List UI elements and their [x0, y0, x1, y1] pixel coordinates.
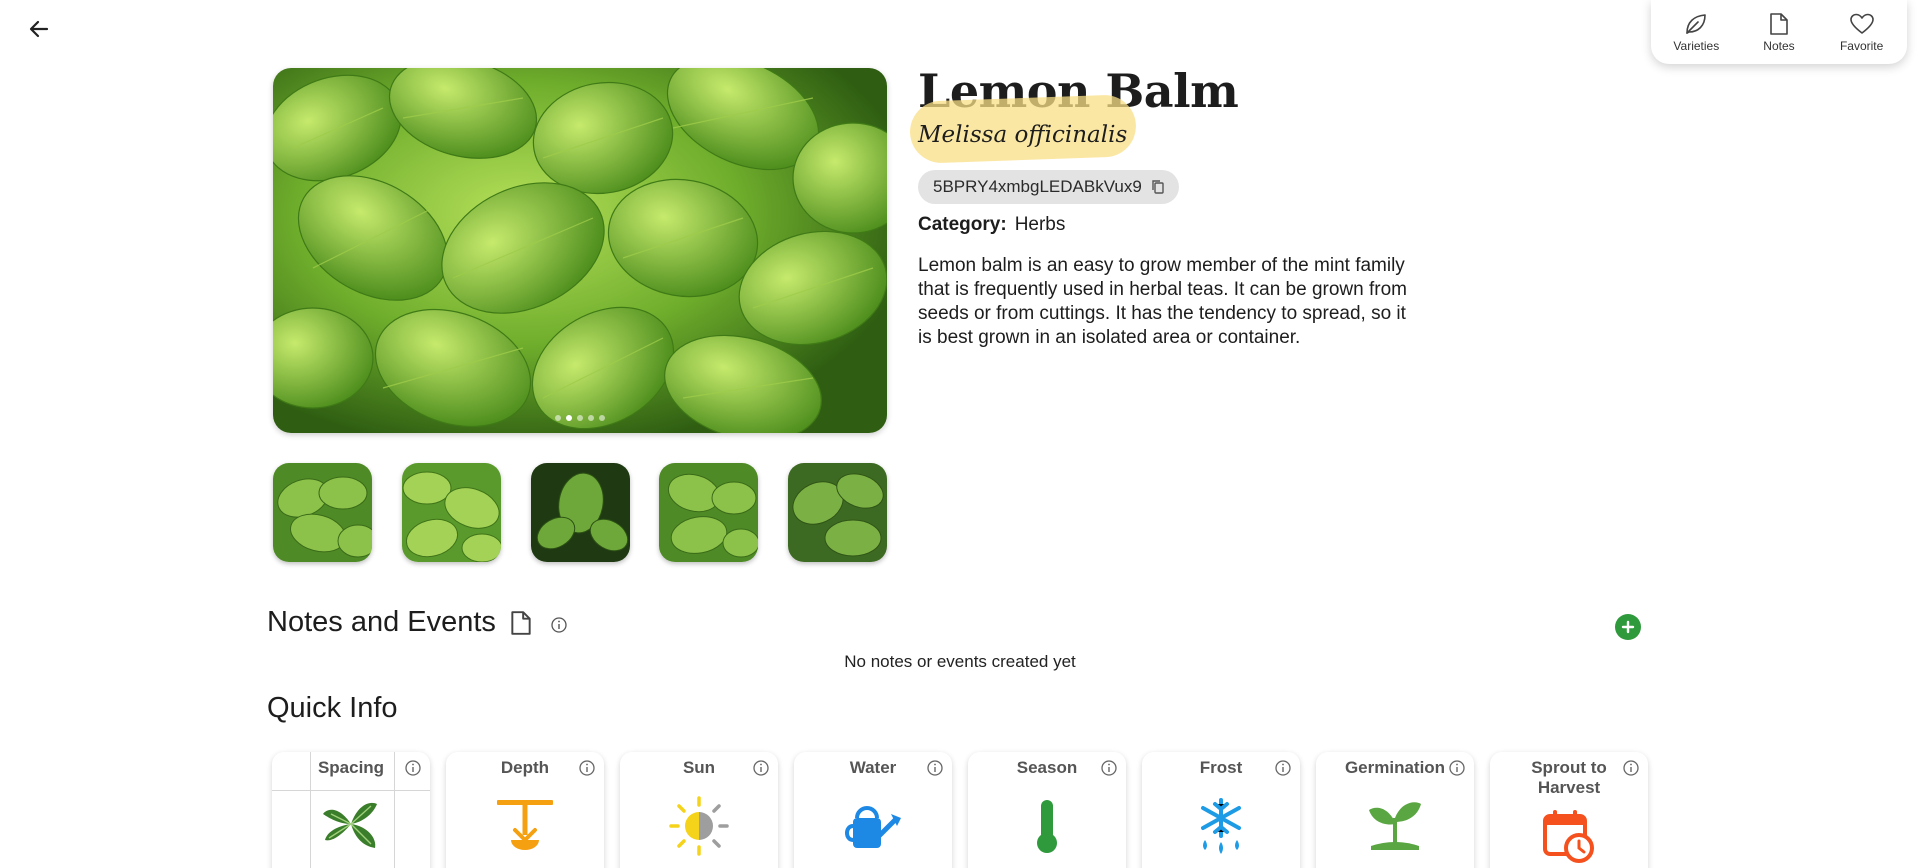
carousel-dot[interactable]	[599, 415, 605, 421]
sun-card[interactable]: Sun	[620, 752, 778, 868]
info-icon[interactable]	[926, 759, 944, 777]
plant-description: Lemon balm is an easy to grow member of …	[918, 255, 1407, 348]
carousel-dot[interactable]	[577, 415, 583, 421]
plant-image-carousel[interactable]	[273, 68, 887, 433]
plus-icon	[1621, 620, 1635, 634]
plant-photo	[273, 68, 887, 433]
thermometer-icon	[1037, 800, 1057, 853]
sprout-to-harvest-label: Sprout to Harvest	[1531, 758, 1607, 797]
copy-icon[interactable]	[1151, 179, 1165, 195]
water-card[interactable]: Water	[794, 752, 952, 868]
snowflake-icon	[1201, 798, 1241, 854]
spacing-leaf-icon	[323, 802, 377, 848]
category-row: Category: Herbs	[918, 214, 1065, 236]
favorite-label: Favorite	[1839, 38, 1884, 53]
sprout-to-harvest-card[interactable]: Sprout to Harvest	[1490, 752, 1648, 868]
spacing-card[interactable]: Spacing	[272, 752, 430, 868]
info-icon[interactable]	[404, 759, 422, 777]
info-icon[interactable]	[550, 616, 568, 634]
category-label: Category:	[918, 214, 1007, 235]
frost-card[interactable]: Frost	[1142, 752, 1300, 868]
category-value: Herbs	[1014, 214, 1066, 235]
carousel-dot-active[interactable]	[566, 415, 572, 421]
info-icon[interactable]	[1448, 759, 1466, 777]
back-button[interactable]	[24, 14, 54, 44]
germination-card[interactable]: Germination	[1316, 752, 1474, 868]
carousel-dot[interactable]	[588, 415, 594, 421]
info-icon[interactable]	[752, 759, 770, 777]
varieties-button[interactable]: Varieties	[1656, 12, 1736, 53]
varieties-label: Varieties	[1673, 38, 1720, 53]
info-icon[interactable]	[1100, 759, 1118, 777]
info-icon[interactable]	[578, 759, 596, 777]
sprout-icon	[1369, 802, 1421, 850]
depth-card[interactable]: Depth	[446, 752, 604, 868]
scientific-name: Melissa officinalis	[918, 122, 1128, 148]
carousel-indicator	[273, 415, 887, 421]
add-note-button[interactable]	[1615, 614, 1641, 640]
notes-section-header: Notes and Events	[267, 606, 568, 639]
depth-icon	[497, 800, 553, 850]
document-icon	[1770, 12, 1788, 35]
notes-button[interactable]: Notes	[1739, 12, 1819, 53]
season-card[interactable]: Season	[968, 752, 1126, 868]
notes-label: Notes	[1763, 38, 1795, 53]
top-action-bar: Varieties Notes Favorite	[1651, 0, 1907, 64]
carousel-dot[interactable]	[555, 415, 561, 421]
favorite-button[interactable]: Favorite	[1822, 12, 1902, 53]
info-icon[interactable]	[1274, 759, 1292, 777]
thumbnail-strip	[273, 463, 887, 562]
document-icon	[511, 610, 531, 635]
notes-title: Notes and Events	[267, 606, 496, 638]
thumbnail-image[interactable]	[401, 463, 501, 562]
thumbnail-image[interactable]	[273, 463, 372, 562]
leaf-icon	[1686, 13, 1707, 34]
thumbnail-image[interactable]	[788, 463, 887, 562]
plant-id: 5BPRY4xmbgLEDABkVux9	[933, 177, 1142, 196]
sun-icon	[669, 796, 729, 856]
notes-empty-text: No notes or events created yet	[844, 652, 1076, 671]
quick-info-title: Quick Info	[267, 692, 398, 724]
arrow-left-icon	[29, 20, 49, 38]
heart-icon	[1849, 13, 1874, 34]
plant-id-chip[interactable]: 5BPRY4xmbgLEDABkVux9	[918, 170, 1179, 204]
watering-can-icon	[845, 806, 901, 848]
info-icon[interactable]	[1622, 759, 1640, 777]
calendar-clock-icon	[1543, 810, 1594, 863]
thumbnail-image[interactable]	[659, 463, 759, 562]
thumbnail-image[interactable]	[530, 463, 630, 562]
